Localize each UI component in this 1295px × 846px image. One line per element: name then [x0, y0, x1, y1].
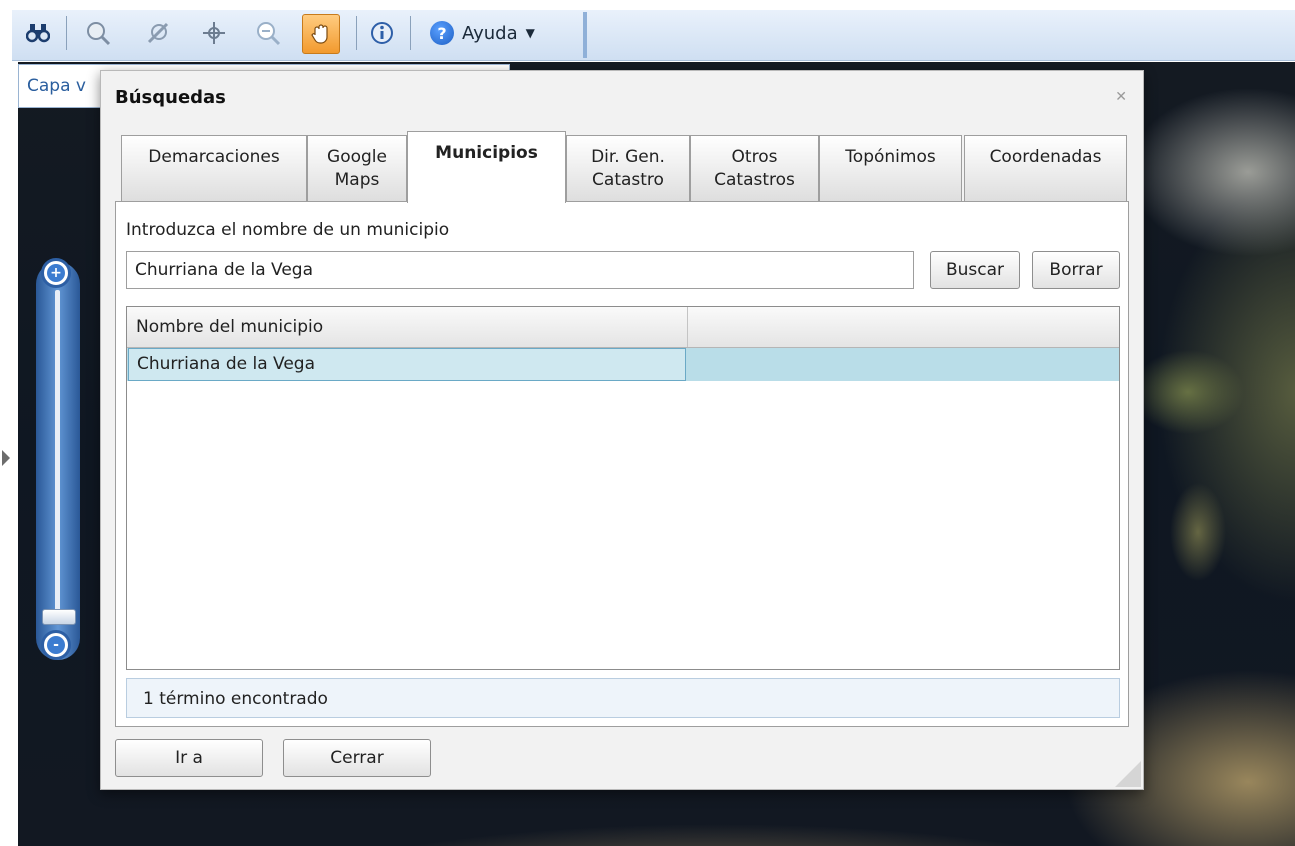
tab-toponimos[interactable]: Topónimos	[819, 135, 962, 201]
municipio-search-input[interactable]	[126, 251, 914, 289]
column-header-municipio[interactable]: Nombre del municipio	[127, 307, 688, 347]
tab-label: Dir. Gen.	[591, 147, 665, 167]
toolbar-separator	[356, 16, 357, 50]
results-status: 1 término encontrado	[126, 678, 1120, 718]
toolbar-end-cap	[583, 12, 587, 58]
expand-panel-arrow-icon[interactable]	[2, 450, 10, 466]
info-icon[interactable]	[364, 14, 400, 52]
toolbar: ? Ayuda ▼	[0, 0, 1295, 62]
toolbar-separator	[410, 16, 411, 50]
go-to-button[interactable]: Ir a	[115, 739, 263, 777]
tab-label: Otros	[731, 147, 778, 167]
zoom-out-icon[interactable]	[250, 14, 286, 52]
close-icon[interactable]: ✕	[1115, 89, 1127, 105]
minus-icon: -	[47, 636, 65, 654]
binoculars-icon[interactable]	[20, 14, 56, 52]
zoom-in-button[interactable]: +	[41, 258, 71, 288]
help-icon: ?	[430, 21, 454, 45]
plus-icon: +	[47, 264, 65, 282]
tab-otros-catastros[interactable]: Otros Catastros	[690, 135, 819, 201]
zoom-slider-rail	[55, 290, 60, 620]
zoom-slider-thumb[interactable]	[42, 609, 76, 625]
tab-label-line2: Catastro	[592, 170, 664, 190]
table-row[interactable]: Churriana de la Vega	[127, 348, 1119, 381]
tab-label: Demarcaciones	[148, 147, 280, 167]
tab-label-line2: Catastros	[714, 170, 795, 190]
close-button[interactable]: Cerrar	[283, 739, 431, 777]
tab-label: Google	[327, 147, 387, 167]
measure-icon[interactable]	[140, 14, 176, 52]
tab-panel-municipios: Introduzca el nombre de un municipio Bus…	[115, 201, 1129, 727]
tab-label: Municipios	[435, 143, 538, 163]
dialog-title: Búsquedas	[115, 87, 226, 108]
tab-label: Topónimos	[845, 147, 936, 167]
chevron-down-icon: ▼	[525, 26, 535, 40]
tab-label-line2: Maps	[334, 170, 380, 190]
pan-hand-icon[interactable]	[302, 14, 340, 54]
tab-coordenadas[interactable]: Coordenadas	[964, 135, 1127, 201]
crosshair-icon[interactable]	[196, 14, 232, 52]
table-cell-municipio[interactable]: Churriana de la Vega	[128, 348, 686, 381]
tab-label: Coordenadas	[989, 147, 1102, 167]
help-label: Ayuda	[462, 22, 518, 44]
search-button[interactable]: Buscar	[930, 251, 1020, 289]
search-prompt-label: Introduzca el nombre de un municipio	[126, 220, 450, 240]
table-header: Nombre del municipio	[127, 307, 1119, 348]
toolbar-separator	[66, 16, 67, 50]
help-menu-button[interactable]: ? Ayuda ▼	[426, 14, 572, 52]
search-dialog: Búsquedas ✕ Demarcaciones Google Maps Mu…	[100, 70, 1144, 790]
results-table: Nombre del municipio Churriana de la Veg…	[126, 306, 1120, 670]
tab-demarcaciones[interactable]: Demarcaciones	[121, 135, 307, 201]
tab-google-maps[interactable]: Google Maps	[307, 135, 407, 201]
tab-municipios[interactable]: Municipios	[407, 131, 566, 203]
tab-dir-gen-catastro[interactable]: Dir. Gen. Catastro	[566, 135, 690, 201]
clear-button[interactable]: Borrar	[1032, 251, 1120, 289]
zoom-extent-icon[interactable]	[80, 14, 116, 52]
resize-grip-icon[interactable]	[1115, 761, 1141, 787]
zoom-out-button[interactable]: -	[41, 630, 71, 660]
